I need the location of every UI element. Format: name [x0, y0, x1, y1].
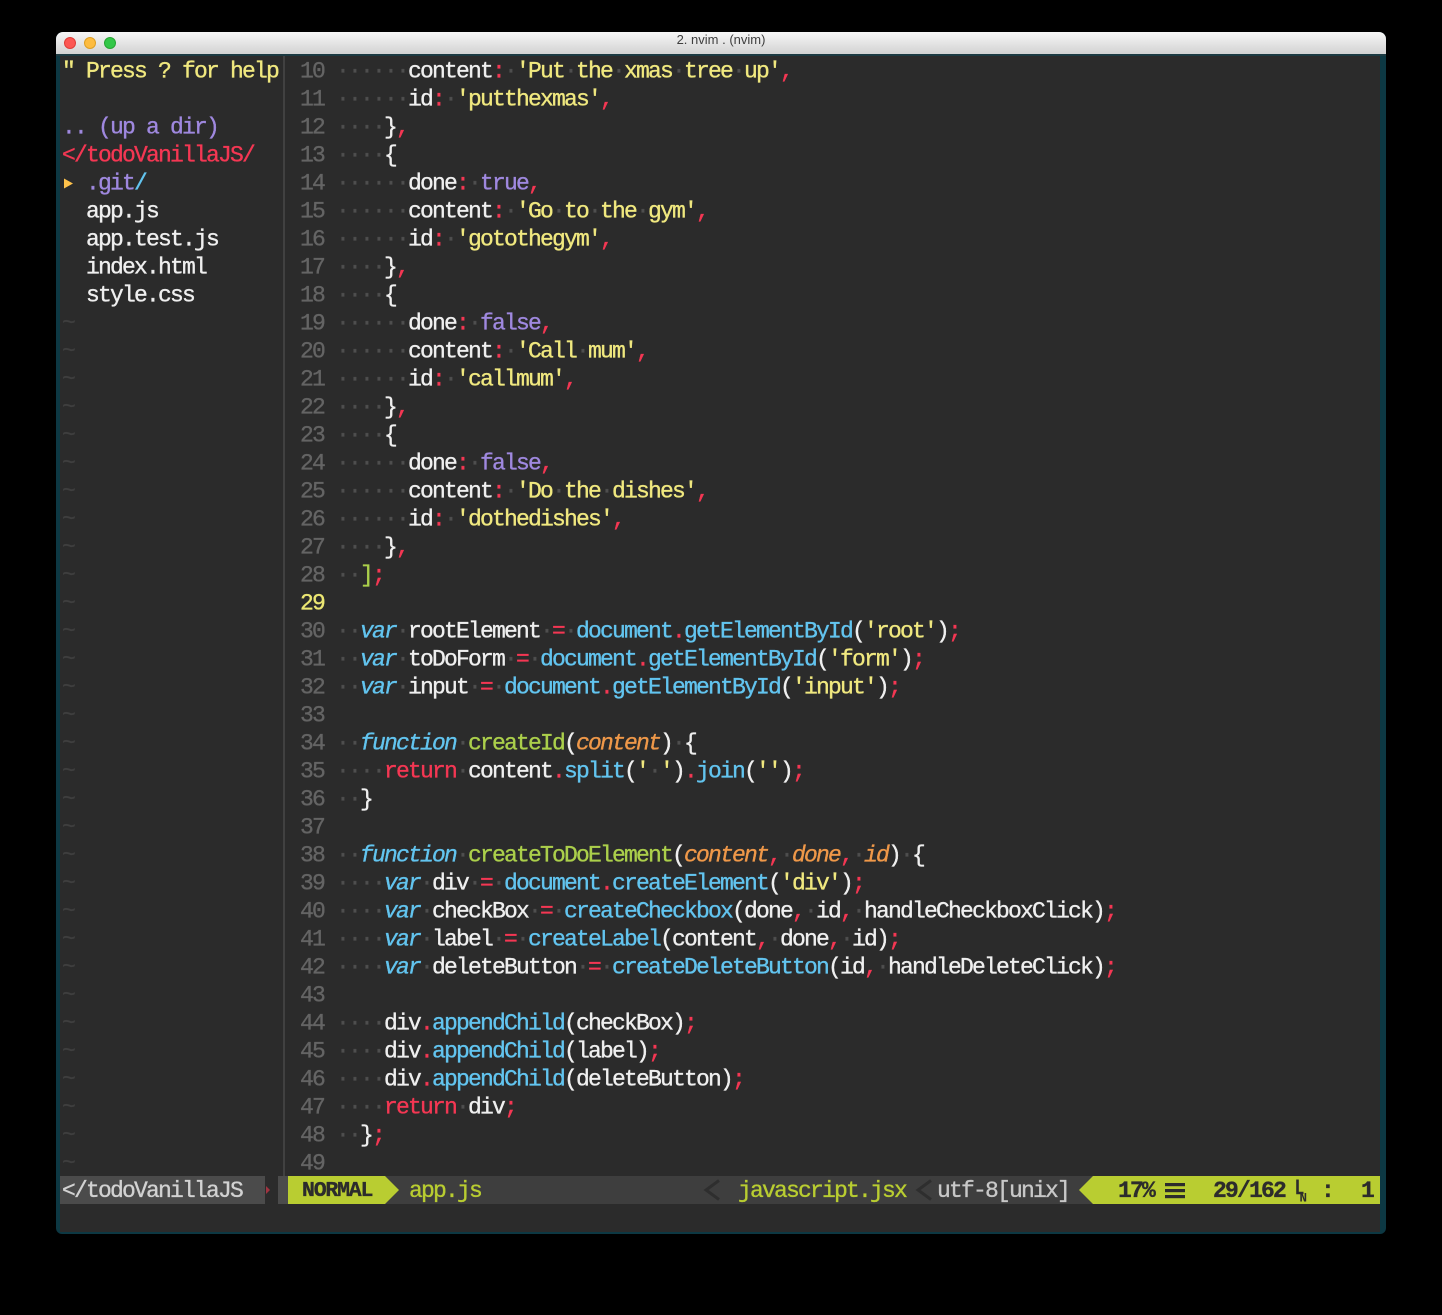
- svg-text:N: N: [1300, 1192, 1307, 1205]
